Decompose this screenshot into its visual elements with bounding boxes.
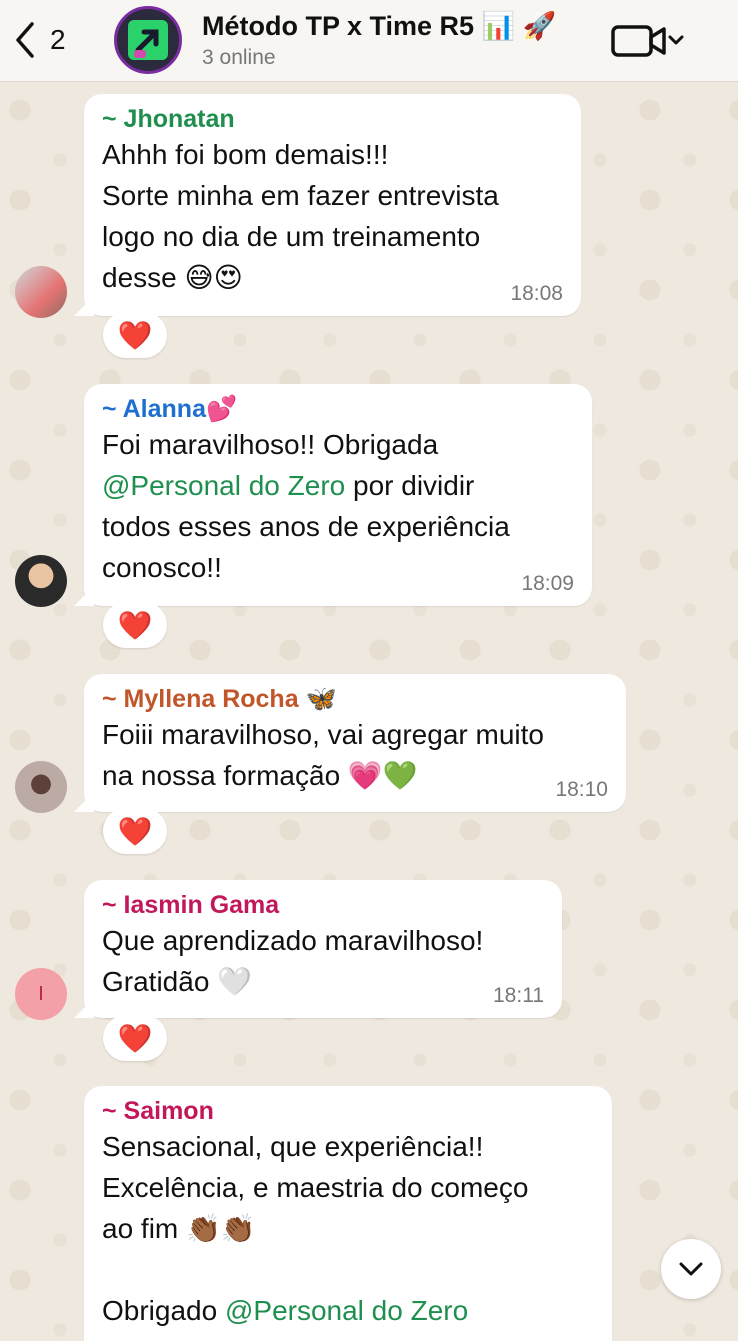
message-bubble-iasmin[interactable]: ~ Iasmin Gama Que aprendizado maravilhos… xyxy=(84,880,562,1018)
reaction-heart[interactable]: ❤️ xyxy=(103,602,167,648)
chevron-left-icon xyxy=(16,22,34,58)
avatar-alanna[interactable] xyxy=(15,555,67,607)
message-sender[interactable]: ~ Iasmin Gama xyxy=(102,890,544,920)
message-time: 18:10 xyxy=(555,778,608,801)
message-text-before: Foi maravilhoso!! Obrigada xyxy=(102,429,439,460)
message-time: 18:08 xyxy=(510,282,563,305)
group-title: Método TP x Time R5 📊 🚀 xyxy=(202,11,557,41)
avatar-jhonatan[interactable] xyxy=(15,266,67,318)
message-bubble-alanna[interactable]: ~ Alanna💕 Foi maravilhoso!! Obrigada @Pe… xyxy=(84,384,592,606)
message-text: Sensacional, que experiência!! Excelênci… xyxy=(102,1126,594,1331)
message-sender[interactable]: ~ Myllena Rocha 🦋 xyxy=(102,684,608,714)
message-time: 18:09 xyxy=(521,572,574,595)
reaction-heart[interactable]: ❤️ xyxy=(103,312,167,358)
mention-personal-do-zero[interactable]: @Personal do Zero xyxy=(225,1295,468,1326)
online-status: 3 online xyxy=(202,46,276,69)
message-time: 18:11 xyxy=(493,984,544,1007)
avatar-myllena[interactable] xyxy=(15,761,67,813)
message-bubble-saimon[interactable]: ~ Saimon Sensacional, que experiência!! … xyxy=(84,1086,612,1341)
chevron-down-icon xyxy=(679,1262,703,1276)
reaction-heart[interactable]: ❤️ xyxy=(103,1015,167,1061)
back-button[interactable]: 2 xyxy=(12,18,82,62)
message-sender[interactable]: ~ Jhonatan xyxy=(102,104,563,134)
avatar-letter: I xyxy=(38,982,44,1005)
message-text: Ahhh foi bom demais!!! Sorte minha em fa… xyxy=(102,139,499,293)
scroll-to-bottom-button[interactable] xyxy=(661,1239,721,1299)
group-info[interactable]: Método TP x Time R5 📊 🚀 3 online xyxy=(202,10,602,70)
mention-personal-do-zero[interactable]: @Personal do Zero xyxy=(102,470,345,501)
avatar-iasmin[interactable]: I xyxy=(15,968,67,1020)
message-text: Foi maravilhoso!! Obrigada @Personal do … xyxy=(102,424,574,588)
group-logo-icon xyxy=(128,20,168,60)
chat-header: 2 Método TP x Time R5 📊 🚀 3 online xyxy=(0,0,738,82)
reaction-heart[interactable]: ❤️ xyxy=(103,808,167,854)
message-text: Foiii maravilhoso, vai agregar muito na … xyxy=(102,719,544,791)
message-text: Que aprendizado maravilhoso! Gratidão 🤍 xyxy=(102,925,484,997)
back-unread-count: 2 xyxy=(50,24,66,55)
message-sender[interactable]: ~ Saimon xyxy=(102,1096,594,1126)
group-avatar[interactable] xyxy=(114,6,182,74)
video-call-button[interactable] xyxy=(610,18,690,62)
video-camera-icon xyxy=(611,25,684,57)
message-bubble-jhonatan[interactable]: ~ Jhonatan Ahhh foi bom demais!!! Sorte … xyxy=(84,94,581,316)
message-bubble-myllena[interactable]: ~ Myllena Rocha 🦋 Foiii maravilhoso, vai… xyxy=(84,674,626,812)
message-sender[interactable]: ~ Alanna💕 xyxy=(102,394,574,424)
